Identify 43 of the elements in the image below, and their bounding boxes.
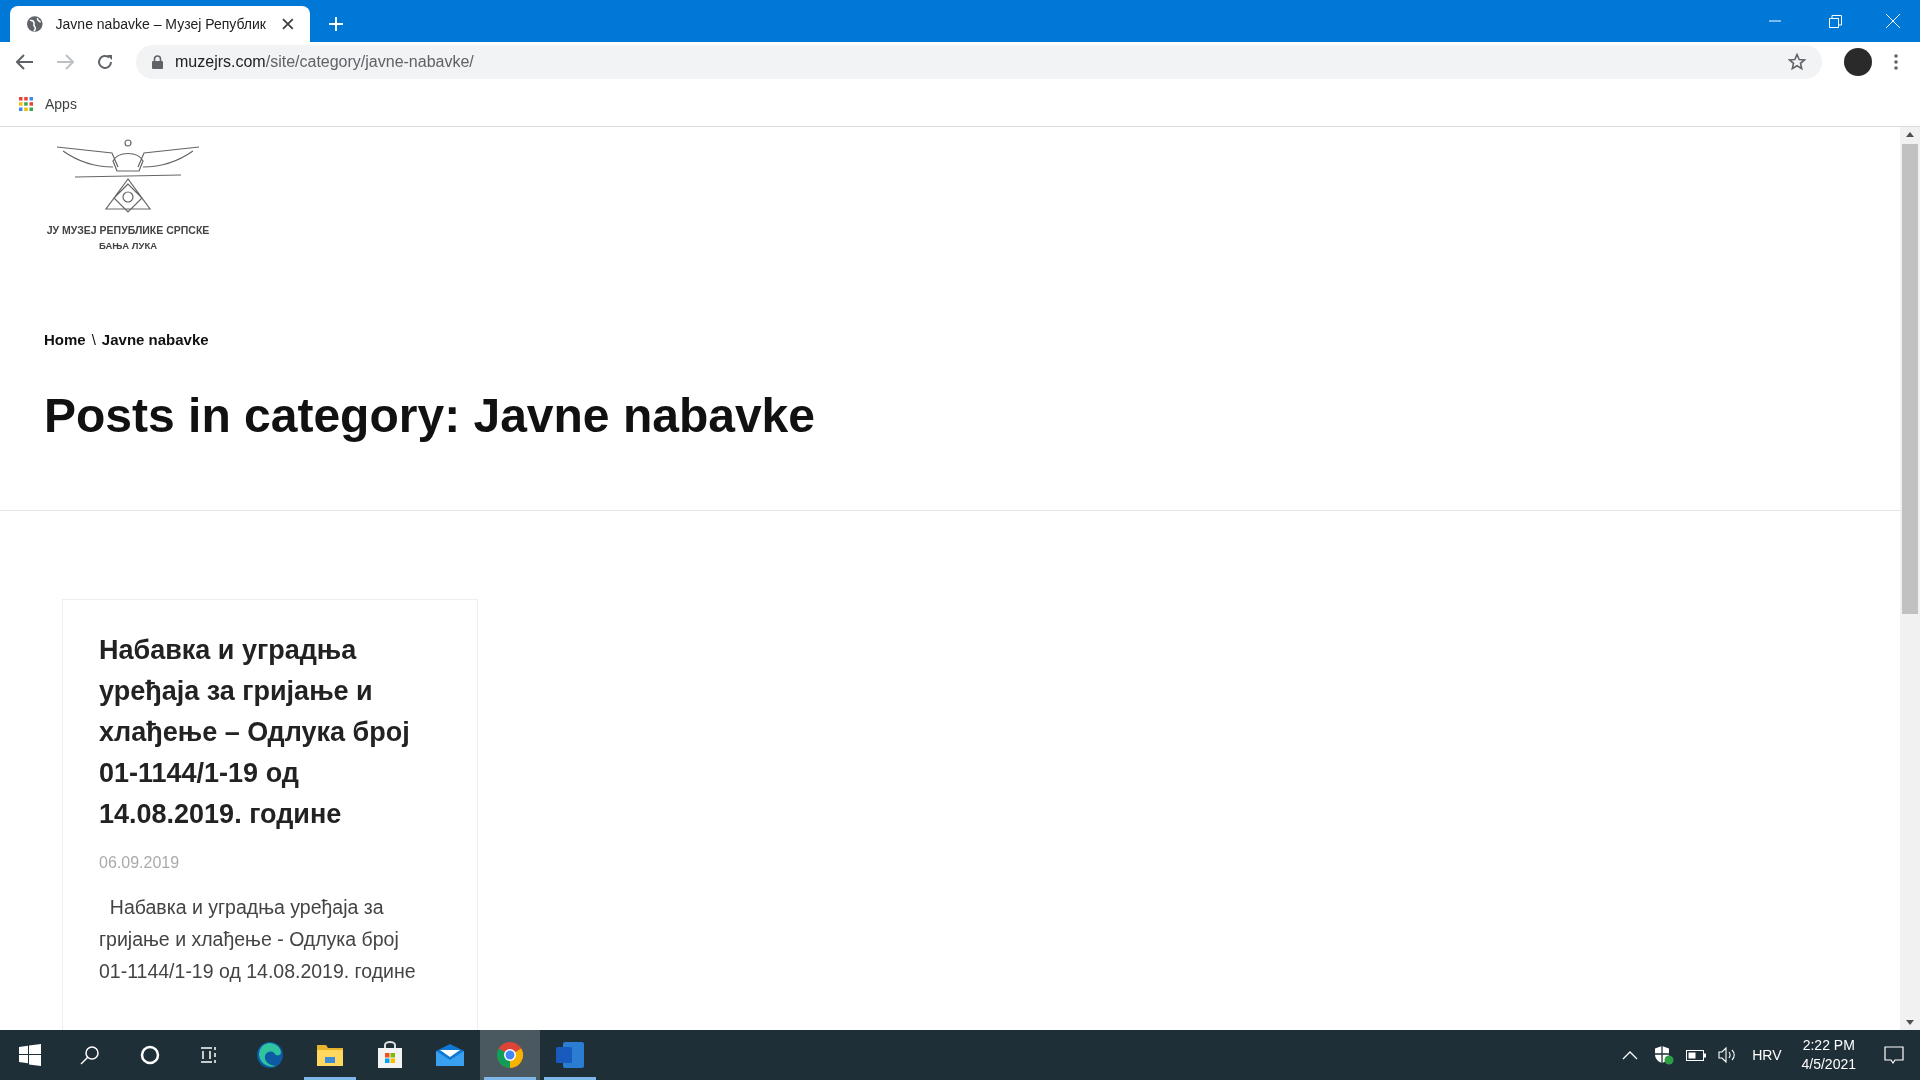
menu-icon[interactable] <box>1894 54 1898 70</box>
envelope-icon <box>435 1043 465 1067</box>
star-icon[interactable] <box>1788 53 1806 71</box>
url-text: muzejrs.com/site/category/javne-nabavke/ <box>175 52 474 72</box>
post-date: 06.09.2019 <box>99 852 181 873</box>
post-excerpt: Набавка и уградња уређаја за гријање и хлађење - Одлука број 01-1144/1-19 од 14.08.2019. године <box>99 894 417 984</box>
scroll-up-icon[interactable] <box>1906 132 1914 137</box>
scroll-down-icon[interactable] <box>1906 1020 1914 1025</box>
edge-icon <box>256 1041 284 1069</box>
document-icon <box>555 1041 585 1069</box>
chevron-up-icon[interactable] <box>1622 1050 1639 1060</box>
avatar[interactable] <box>1844 48 1872 76</box>
logo-text: ЈУ МУЗЕЈ РЕПУБЛИКЕ СРПСКЕ <box>46 223 210 238</box>
breadcrumb-separator: \ <box>91 330 96 350</box>
apps-grid-icon[interactable] <box>19 97 33 111</box>
scrollbar[interactable] <box>1900 127 1920 1030</box>
clock[interactable]: 2:22 PM 4/5/2021 <box>1801 1036 1856 1074</box>
bookmark-link[interactable]: Apps <box>45 93 77 115</box>
lock-icon <box>152 55 163 69</box>
logo-text: БАЊА ЛУКА <box>98 238 158 253</box>
battery-icon[interactable] <box>1686 1049 1707 1061</box>
shopping-bag-icon <box>376 1041 404 1069</box>
reload-icon[interactable] <box>96 53 114 71</box>
tab-title: Javne nabavke – Музеј Републик <box>55 14 267 34</box>
close-icon[interactable] <box>282 18 294 30</box>
breadcrumb-link[interactable]: Javne nabavke <box>101 329 209 352</box>
new-tab-icon[interactable] <box>328 16 344 32</box>
globe-icon <box>26 15 44 33</box>
search-icon <box>80 1045 100 1065</box>
shield-icon[interactable] <box>1654 1045 1675 1065</box>
breadcrumb-link[interactable]: Home <box>44 329 86 352</box>
back-icon[interactable] <box>16 54 34 70</box>
circle-icon <box>140 1045 160 1065</box>
browser-tab[interactable]: Javne nabavke – Музеј Републик <box>10 6 310 42</box>
language-indicator[interactable]: HRV <box>1752 1044 1782 1066</box>
restore-icon[interactable] <box>1829 14 1842 28</box>
folder-icon <box>316 1043 344 1067</box>
address-bar[interactable]: muzejrs.com/site/category/javne-nabavke/ <box>136 45 1822 79</box>
start-icon <box>19 1044 41 1066</box>
notification-icon[interactable] <box>1884 1045 1904 1065</box>
page-heading: Posts in category: Javne nabavke <box>43 391 816 440</box>
chrome-icon <box>496 1041 524 1069</box>
post-title[interactable]: Набавка и уградња уређаја за гријање и хлађење – Одлука број 01-1144/1-19 од 14.08.2019. године <box>99 629 441 835</box>
